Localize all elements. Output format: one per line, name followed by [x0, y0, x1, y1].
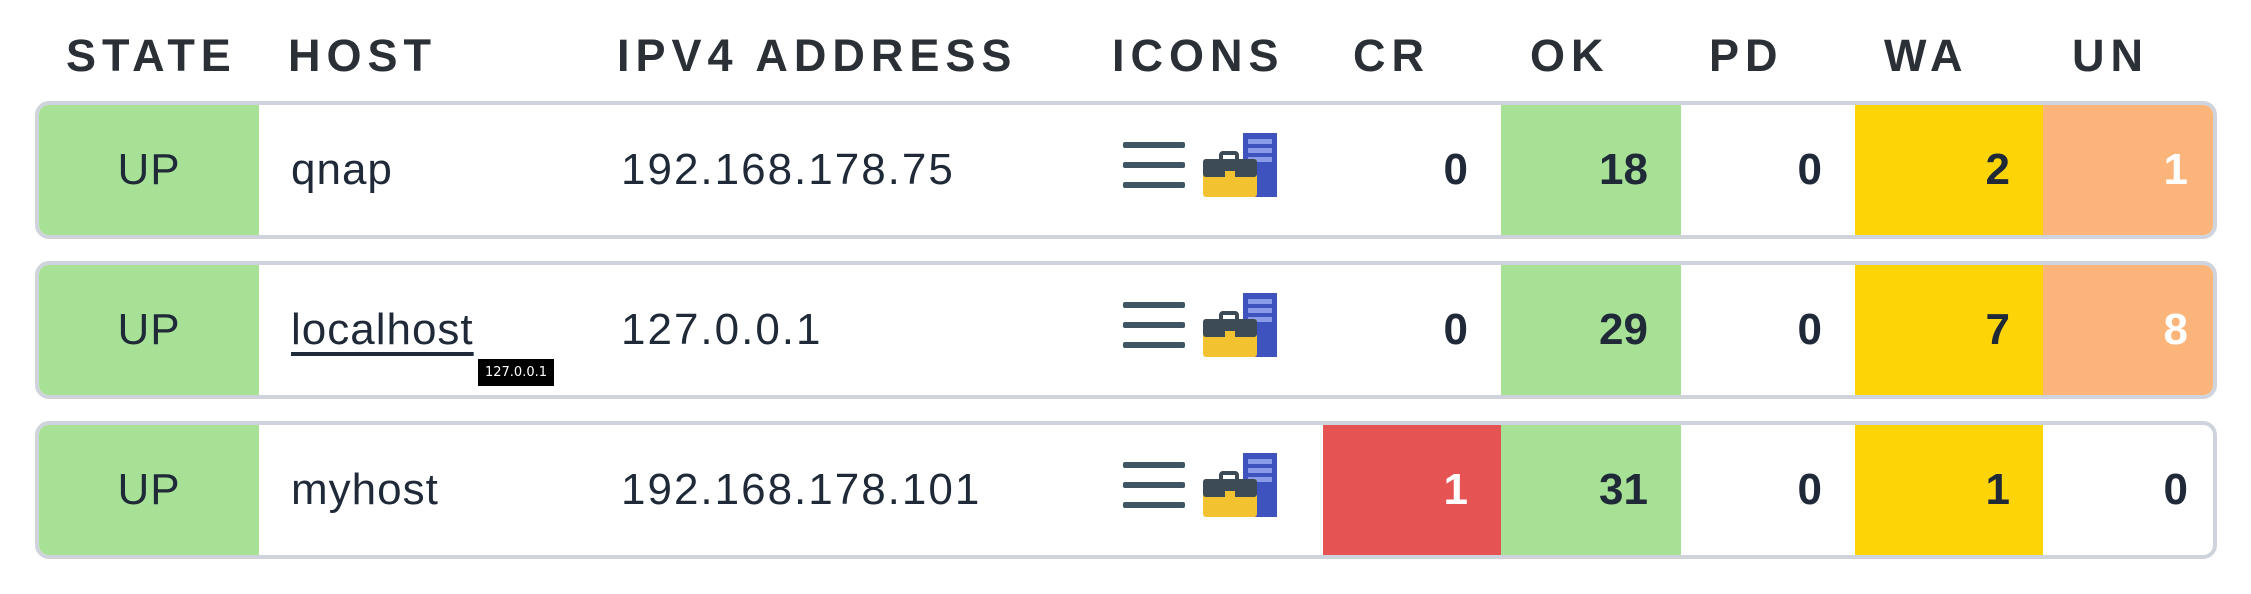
- state-badge: UP: [39, 265, 259, 395]
- warning-count[interactable]: 7: [1855, 265, 2043, 395]
- state-badge: UP: [39, 425, 259, 555]
- action-icons: [1123, 265, 1323, 395]
- table-row: UP qnap 192.168.178.75 0 18 0 2 1: [35, 101, 2217, 239]
- header-icons: ICONS: [1112, 30, 1285, 81]
- warning-count[interactable]: 1: [1855, 425, 2043, 555]
- table-row: UP myhost 192.168.178.101 1 31 0 1 0: [35, 421, 2217, 559]
- menu-icon[interactable]: [1123, 299, 1185, 362]
- host-icon[interactable]: [1203, 292, 1277, 368]
- ipv4-address: 127.0.0.1: [621, 305, 823, 354]
- pending-count[interactable]: 0: [1681, 105, 1855, 235]
- unknown-count[interactable]: 0: [2043, 425, 2213, 555]
- ok-count[interactable]: 18: [1501, 105, 1681, 235]
- critical-count[interactable]: 0: [1323, 265, 1501, 395]
- ok-count[interactable]: 29: [1501, 265, 1681, 395]
- header-critical[interactable]: CR: [1353, 30, 1430, 82]
- table-row: UP localhost 127.0.0.1 0 29 0 7 8: [35, 261, 2217, 399]
- menu-icon[interactable]: [1123, 139, 1185, 202]
- host-name[interactable]: myhost: [291, 425, 611, 555]
- header-pending[interactable]: PD: [1709, 30, 1784, 82]
- menu-icon[interactable]: [1123, 459, 1185, 522]
- pending-count[interactable]: 0: [1681, 425, 1855, 555]
- header-ok[interactable]: OK: [1530, 30, 1610, 82]
- state-badge: UP: [39, 105, 259, 235]
- header-warning[interactable]: WA: [1884, 30, 1969, 82]
- host-name-link[interactable]: localhost: [291, 265, 611, 395]
- unknown-count[interactable]: 8: [2043, 265, 2213, 395]
- action-icons: [1123, 105, 1323, 235]
- header-unknown[interactable]: UN: [2072, 30, 2149, 82]
- unknown-count[interactable]: 1: [2043, 105, 2213, 235]
- header-state[interactable]: STATE: [66, 30, 237, 82]
- critical-count[interactable]: 1: [1323, 425, 1501, 555]
- action-icons: [1123, 425, 1323, 555]
- host-icon[interactable]: [1203, 452, 1277, 528]
- host-name[interactable]: qnap: [291, 105, 611, 235]
- header-ipv4-address[interactable]: IPV4 ADDRESS: [617, 30, 1017, 82]
- pending-count[interactable]: 0: [1681, 265, 1855, 395]
- ipv4-address: 192.168.178.101: [621, 465, 982, 514]
- ok-count[interactable]: 31: [1501, 425, 1681, 555]
- critical-count[interactable]: 0: [1323, 105, 1501, 235]
- warning-count[interactable]: 2: [1855, 105, 2043, 235]
- ip-tooltip: 127.0.0.1: [478, 359, 554, 386]
- table-header: STATE HOST IPV4 ADDRESS ICONS CR OK PD W…: [0, 0, 2251, 100]
- header-host[interactable]: HOST: [288, 30, 437, 82]
- host-icon[interactable]: [1203, 132, 1277, 208]
- ipv4-address: 192.168.178.75: [621, 145, 955, 194]
